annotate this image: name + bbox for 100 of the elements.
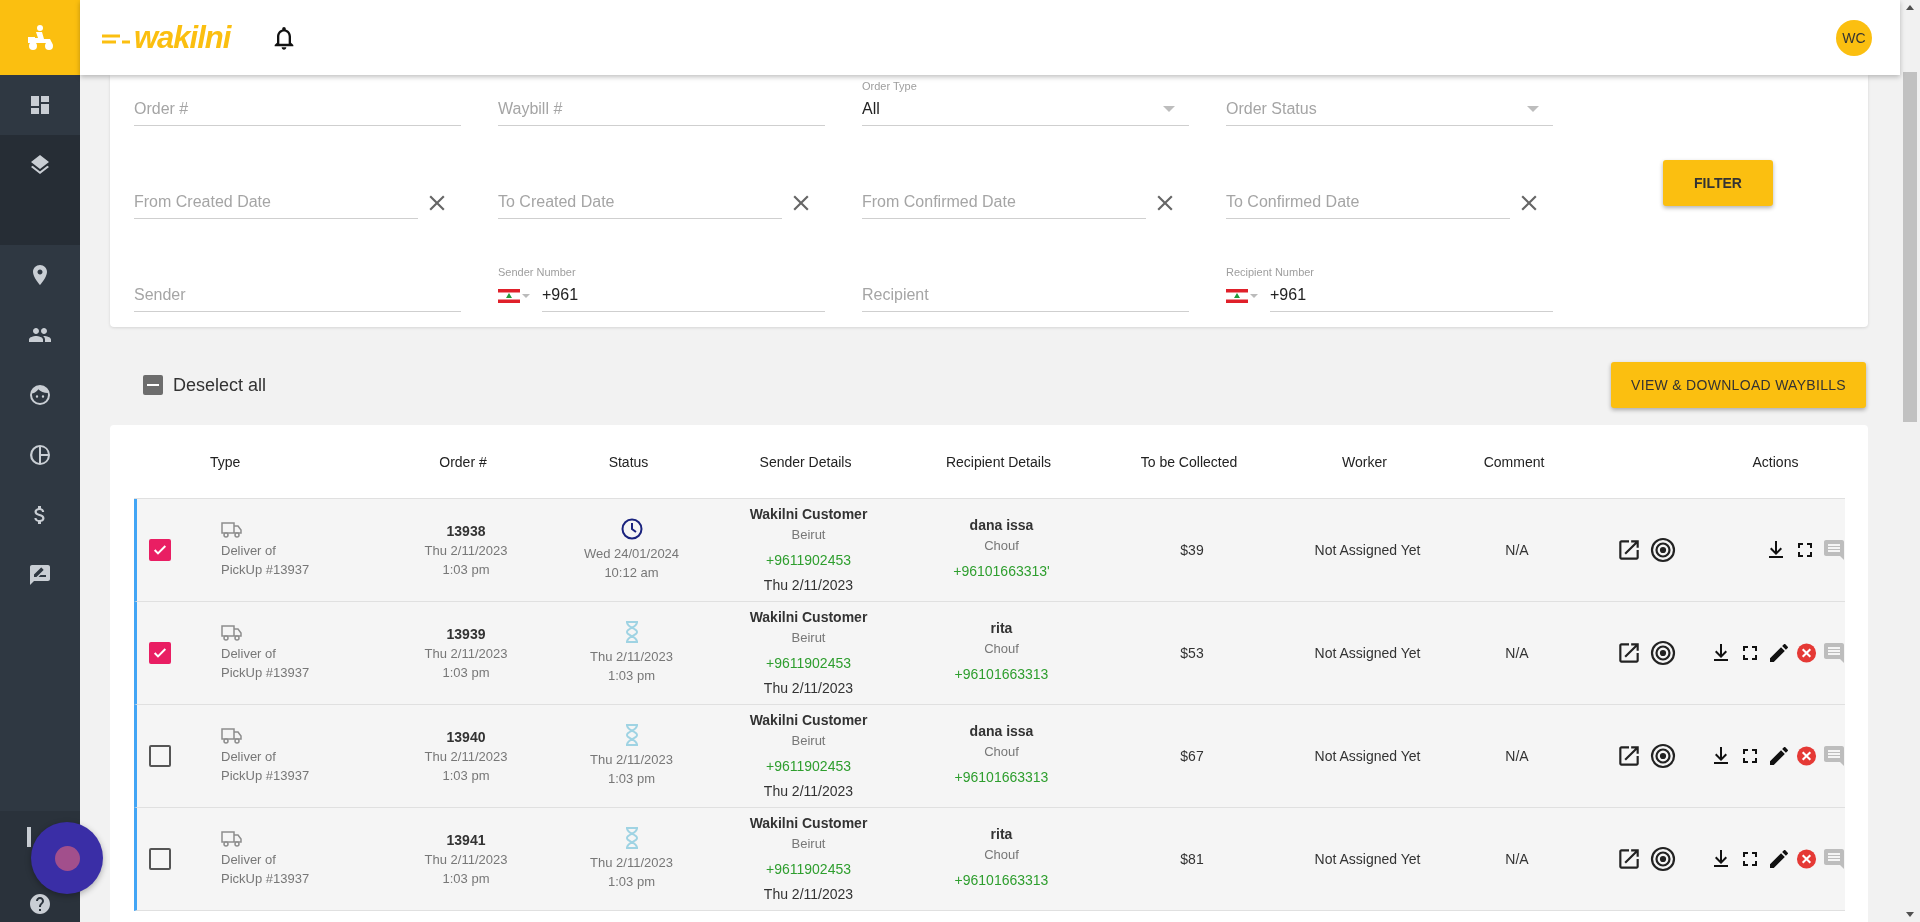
download-waybills-button[interactable]: VIEW & DOWNLOAD WAYBILLS bbox=[1611, 362, 1866, 408]
truck-icon bbox=[221, 624, 243, 641]
phone-field[interactable]: +961 bbox=[542, 279, 825, 312]
checkbox[interactable] bbox=[149, 745, 171, 767]
face-icon bbox=[28, 383, 52, 407]
text-field[interactable]: Sender bbox=[134, 279, 461, 312]
column-header: Status bbox=[608, 453, 649, 470]
order-time: 1:03 pm bbox=[442, 561, 490, 579]
order-number: 13940 bbox=[446, 728, 486, 747]
sender-date: Thu 2/11/2023 bbox=[763, 679, 854, 698]
field-label: Sender Number bbox=[498, 265, 577, 279]
type-label: Deliver of bbox=[221, 850, 276, 869]
column-header: Order # bbox=[439, 453, 487, 470]
pickup-reference: PickUp #13937 bbox=[221, 869, 310, 888]
column-header: Sender Details bbox=[759, 453, 852, 470]
concentric-circles-icon[interactable] bbox=[1650, 640, 1676, 666]
worker-status: Not Assigned Yet bbox=[1314, 850, 1421, 869]
status-time: 10:12 am bbox=[604, 564, 659, 582]
order-date: Thu 2/11/2023 bbox=[424, 851, 508, 869]
pencil-icon[interactable] bbox=[1767, 744, 1791, 768]
sender-name: Wakilni Customer bbox=[749, 814, 868, 833]
lebanon-flag-icon bbox=[498, 288, 520, 303]
pencil-icon[interactable] bbox=[1767, 847, 1791, 871]
recipient-city: Chouf bbox=[984, 640, 1019, 658]
cancel-icon[interactable] bbox=[1796, 848, 1817, 870]
amount: $53 bbox=[1180, 644, 1204, 663]
order-number: 13938 bbox=[446, 522, 486, 541]
text-field[interactable]: Order # bbox=[134, 93, 461, 126]
date-field[interactable]: To Created Date bbox=[498, 186, 782, 219]
date-field[interactable]: From Created Date bbox=[134, 186, 418, 219]
cancel-icon[interactable] bbox=[1796, 642, 1817, 664]
sender-city: Beirut bbox=[791, 732, 826, 750]
status-date: Thu 2/11/2023 bbox=[590, 854, 673, 872]
concentric-circles-icon[interactable] bbox=[1650, 537, 1676, 563]
column-header: Recipient Details bbox=[945, 453, 1052, 470]
date-field[interactable]: From Confirmed Date bbox=[862, 186, 1146, 219]
help-icon[interactable] bbox=[28, 892, 52, 916]
text-field[interactable]: Recipient bbox=[862, 279, 1189, 312]
order-time: 1:03 pm bbox=[442, 664, 490, 682]
cancel-icon[interactable] bbox=[1796, 745, 1817, 767]
pencil-icon[interactable] bbox=[1767, 641, 1791, 665]
indeterminate-checkbox[interactable] bbox=[143, 375, 163, 395]
avatar[interactable]: WC bbox=[1836, 19, 1872, 56]
recipient-name: rita bbox=[990, 619, 1013, 638]
filter-button[interactable]: FILTER bbox=[1663, 160, 1773, 206]
phone-field[interactable]: +961 bbox=[1270, 279, 1553, 312]
order-time: 1:03 pm bbox=[442, 767, 490, 785]
checkbox[interactable] bbox=[149, 539, 171, 561]
truck-icon bbox=[221, 830, 243, 847]
logo: wakilni bbox=[102, 19, 231, 56]
sender-date: Thu 2/11/2023 bbox=[763, 576, 854, 595]
comment-text: N/A bbox=[1505, 541, 1529, 560]
amount: $39 bbox=[1180, 541, 1204, 560]
worker-status: Not Assigned Yet bbox=[1314, 541, 1421, 560]
recipient-phone: +96101663313 bbox=[954, 768, 1049, 787]
text-field[interactable]: Waybill # bbox=[498, 93, 825, 126]
amount: $67 bbox=[1180, 747, 1204, 766]
order-date: Thu 2/11/2023 bbox=[424, 542, 508, 560]
concentric-circles-icon[interactable] bbox=[1650, 743, 1676, 769]
open-in-new-icon[interactable] bbox=[1616, 743, 1642, 769]
hourglass-icon bbox=[624, 621, 639, 643]
status-date: Wed 24/01/2024 bbox=[583, 545, 680, 563]
caret-icon bbox=[1250, 293, 1258, 298]
hourglass-icon bbox=[624, 724, 639, 746]
pickup-reference: PickUp #13937 bbox=[221, 560, 310, 579]
column-header: Comment bbox=[1483, 453, 1545, 470]
open-in-new-icon[interactable] bbox=[1616, 537, 1642, 563]
amount: $81 bbox=[1180, 850, 1204, 869]
concentric-circles-icon[interactable] bbox=[1650, 846, 1676, 872]
date-field[interactable]: To Confirmed Date bbox=[1226, 186, 1510, 219]
order-time: 1:03 pm bbox=[442, 870, 490, 888]
recipient-city: Chouf bbox=[984, 846, 1019, 864]
order-date: Thu 2/11/2023 bbox=[424, 645, 508, 663]
field-label: Recipient Number bbox=[1226, 265, 1316, 279]
recipient-name: rita bbox=[990, 825, 1013, 844]
open-in-new-icon[interactable] bbox=[1616, 640, 1642, 666]
recipient-name: dana issa bbox=[969, 722, 1034, 741]
truck-icon bbox=[221, 521, 243, 538]
sender-city: Beirut bbox=[791, 629, 826, 647]
recipient-city: Chouf bbox=[984, 743, 1019, 761]
status-date: Thu 2/11/2023 bbox=[590, 751, 673, 769]
feedback-icon bbox=[28, 563, 52, 587]
scooter-icon bbox=[25, 23, 55, 52]
comment-text: N/A bbox=[1505, 644, 1529, 663]
comment-text: N/A bbox=[1505, 850, 1529, 869]
open-in-new-icon[interactable] bbox=[1616, 846, 1642, 872]
recipient-city: Chouf bbox=[984, 537, 1019, 555]
checkbox[interactable] bbox=[149, 848, 171, 870]
order-number: 13941 bbox=[446, 831, 486, 850]
pie-chart-icon bbox=[28, 443, 52, 467]
column-header: To be Collected bbox=[1140, 453, 1238, 470]
checkbox[interactable] bbox=[149, 642, 171, 664]
hourglass-icon bbox=[624, 827, 639, 849]
dropdown-field[interactable]: Order Type All bbox=[862, 79, 1189, 127]
deselect-all-link[interactable]: Deselect all bbox=[153, 374, 267, 396]
caret-icon bbox=[522, 293, 530, 298]
sender-name: Wakilni Customer bbox=[749, 608, 868, 627]
pickup-reference: PickUp #13937 bbox=[221, 766, 310, 785]
type-label: Deliver of bbox=[221, 644, 276, 663]
status-date: Thu 2/11/2023 bbox=[590, 648, 673, 666]
